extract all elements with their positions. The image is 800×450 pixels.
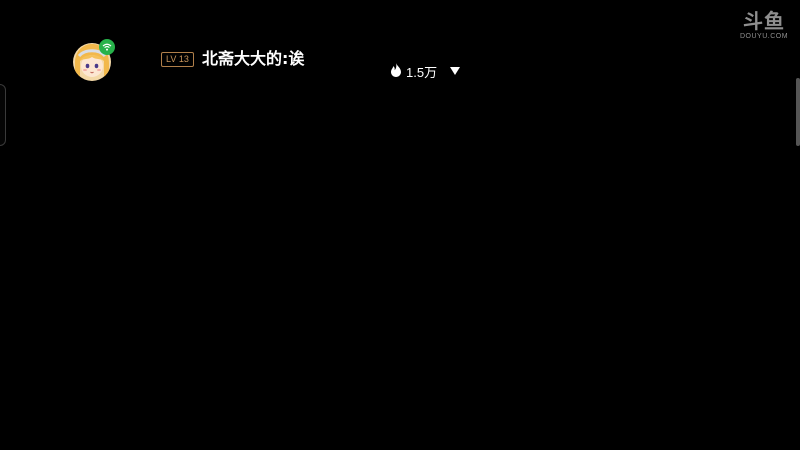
scrollbar[interactable]: [796, 78, 800, 146]
flame-icon: [390, 62, 402, 80]
avatar[interactable]: [73, 39, 115, 81]
watermark-brand-cn: 斗鱼: [743, 9, 785, 33]
douyu-watermark: 斗鱼 DOUYU.COM: [738, 10, 790, 41]
user-name: 北斋大大的:诶: [202, 49, 305, 68]
watermark-brand-en: DOUYU.COM: [739, 33, 789, 40]
popularity-indicator[interactable]: 1.5万: [390, 62, 461, 80]
video-player-screen[interactable]: LV 13 北斋大大的:诶 1.5万 斗鱼 DOUYU.COM: [0, 0, 800, 450]
wifi-icon: [99, 39, 115, 55]
triangle-down-icon[interactable]: [449, 64, 461, 79]
popularity-value: 1.5万: [406, 64, 438, 80]
user-level-badge: LV 13: [161, 52, 194, 67]
side-drawer-handle[interactable]: [0, 84, 6, 146]
